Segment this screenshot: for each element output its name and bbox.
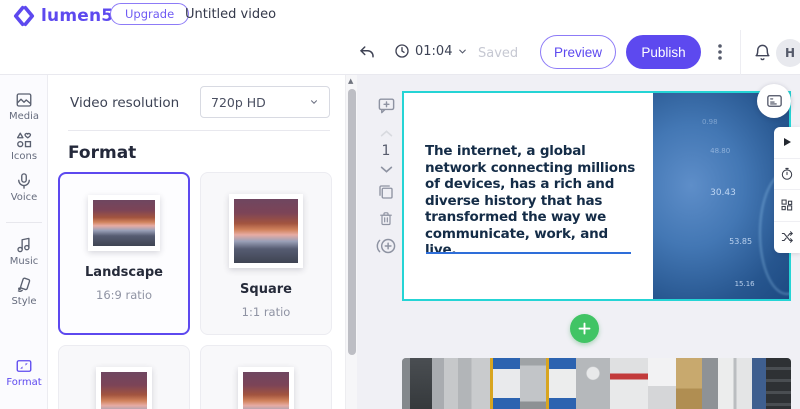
nav-divider [6, 222, 42, 223]
nav-item-music[interactable]: Music [0, 236, 48, 267]
music-note-icon [0, 236, 48, 254]
scrollbar-up-arrow[interactable]: ▲ [348, 77, 353, 85]
style-swatch-icon [0, 276, 48, 294]
format-ratio: 16:9 ratio [60, 288, 188, 302]
format-card-partial[interactable] [58, 345, 190, 409]
image-number: 0.98 [702, 118, 718, 126]
add-scene-circle-icon[interactable] [373, 236, 399, 256]
slide-canvas[interactable]: The internet, a global network connectin… [402, 91, 791, 301]
header-divider [740, 30, 741, 75]
notifications-bell-icon[interactable] [753, 43, 772, 62]
landscape-thumbnail [88, 195, 160, 251]
user-avatar[interactable]: H [776, 39, 800, 67]
media-image-icon [0, 91, 48, 109]
add-comment-icon[interactable] [373, 96, 399, 115]
scene-toolbar: 1 [373, 96, 399, 256]
slide-text[interactable]: The internet, a global network connectin… [425, 143, 643, 259]
slide-media-image[interactable]: 30.43 53.85 15.16 48.80 0.98 [653, 93, 789, 299]
upgrade-button[interactable]: Upgrade [110, 3, 189, 25]
header: lumen5 Upgrade Untitled video 01:04 Save… [0, 0, 800, 75]
publish-button[interactable]: Publish [626, 35, 701, 69]
logo-wordmark: lumen5 [41, 6, 113, 26]
scene-duration-icon[interactable] [774, 159, 800, 191]
format-panel: Video resolution 720p HD Format Landscap… [48, 75, 345, 409]
nav-label-media: Media [0, 111, 48, 122]
chevron-down-icon [457, 46, 468, 57]
square-thumbnail [229, 194, 303, 268]
nav-item-icons[interactable]: Icons [0, 131, 48, 162]
left-nav: Media Icons Voice Music Style Format [0, 75, 48, 409]
saved-status: Saved [478, 46, 518, 61]
format-name: Square [201, 282, 331, 297]
duration-value: 01:04 [415, 44, 452, 59]
nav-item-format[interactable]: Format [0, 357, 48, 388]
chevron-up-icon [373, 129, 399, 138]
portrait-thumbnail [96, 367, 152, 409]
format-card-landscape[interactable]: Landscape 16:9 ratio [58, 172, 190, 335]
image-number: 15.16 [735, 280, 755, 288]
layout-grid-icon[interactable] [774, 190, 800, 222]
preview-button[interactable]: Preview [540, 35, 616, 69]
format-name: Landscape [60, 265, 188, 280]
nav-label-style: Style [0, 296, 48, 307]
duration-control[interactable]: 01:04 [394, 43, 468, 59]
scrollbar-thumb[interactable] [348, 89, 356, 355]
shapes-icon [0, 131, 48, 149]
undo-icon[interactable] [358, 44, 376, 62]
panel-divider [68, 130, 330, 131]
add-scene-button[interactable] [570, 314, 599, 343]
nav-item-media[interactable]: Media [0, 91, 48, 122]
toolbar: 01:04 Saved Preview Publish H [350, 33, 800, 73]
nav-label-icons: Icons [0, 151, 48, 162]
more-options-icon[interactable] [712, 42, 728, 62]
scene-action-strip [774, 127, 800, 253]
slide-number: 1 [373, 143, 399, 159]
format-card-square[interactable]: Square 1:1 ratio [200, 172, 332, 335]
microphone-icon [0, 172, 48, 190]
nav-item-voice[interactable]: Voice [0, 172, 48, 203]
chevron-down-icon[interactable] [373, 165, 399, 174]
next-slide-thumbnail[interactable] [402, 358, 791, 409]
format-frame-icon [0, 357, 48, 375]
chevron-down-icon [309, 97, 319, 107]
play-scene-icon[interactable] [774, 127, 800, 159]
lumen5-logo-icon [13, 5, 35, 27]
nav-item-style[interactable]: Style [0, 276, 48, 307]
format-card-partial[interactable] [200, 345, 332, 409]
nav-label-format: Format [0, 377, 48, 388]
lumen5-logo[interactable]: lumen5 [13, 5, 113, 27]
format-ratio: 1:1 ratio [201, 305, 331, 319]
scene-design-button[interactable] [757, 84, 791, 118]
resolution-select[interactable]: 720p HD [200, 86, 330, 118]
portrait-thumbnail [238, 367, 294, 409]
image-number: 53.85 [729, 237, 752, 246]
resolution-label: Video resolution [70, 95, 179, 111]
nav-label-music: Music [0, 256, 48, 267]
format-section-title: Format [68, 143, 136, 163]
panel-scrollbar[interactable]: ▲ [345, 75, 357, 409]
shuffle-icon[interactable] [774, 222, 800, 254]
nav-label-voice: Voice [0, 192, 48, 203]
clock-icon [394, 43, 410, 59]
resolution-value: 720p HD [211, 95, 266, 110]
text-underline [426, 252, 631, 254]
video-title[interactable]: Untitled video [185, 7, 276, 22]
image-number: 48.80 [710, 147, 730, 155]
image-number: 30.43 [710, 188, 736, 198]
app-window: lumen5 Upgrade Untitled video 01:04 Save… [0, 0, 800, 409]
duplicate-scene-icon[interactable] [373, 183, 399, 201]
delete-scene-icon[interactable] [373, 210, 399, 227]
